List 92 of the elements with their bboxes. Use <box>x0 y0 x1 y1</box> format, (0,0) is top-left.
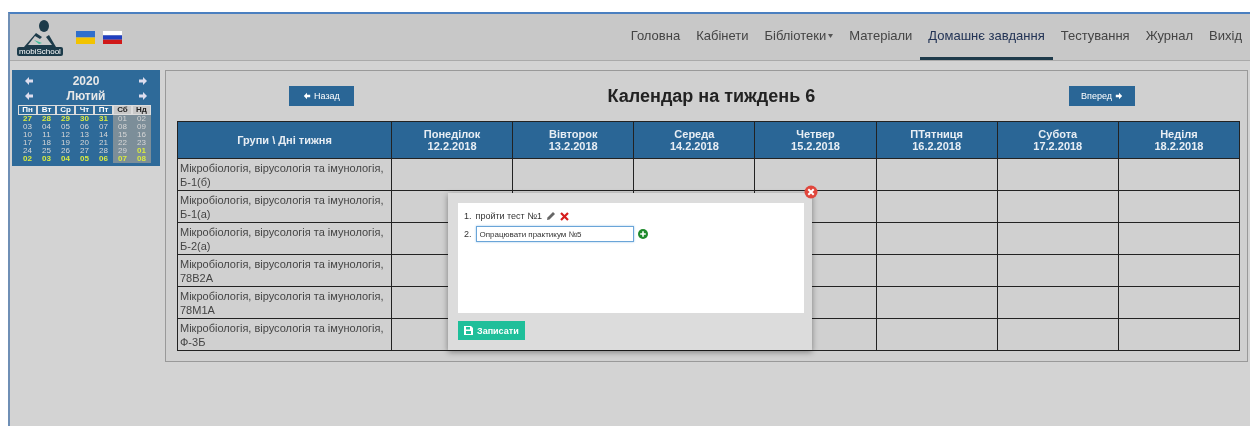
column-header: Середа 14.2.2018 <box>633 121 755 159</box>
table-cell: Мікробіологія, вірусологія та імунологія, Б-1(а) <box>177 190 392 223</box>
calendar-day[interactable]: 03 <box>37 155 56 163</box>
calendar-day[interactable]: 17 <box>18 139 37 147</box>
caret-icon[interactable] <box>828 33 834 38</box>
calendar-day[interactable]: 03 <box>18 123 37 131</box>
calendar-day[interactable]: 14 <box>94 131 113 139</box>
calendar-day[interactable]: 30 <box>75 115 94 123</box>
column-header: Понеділок 12.2.2018 <box>391 121 513 159</box>
calendar-day[interactable]: 27 <box>75 147 94 155</box>
page-title: Календар на тиждень 6 <box>606 85 817 107</box>
calendar-day[interactable]: 02 <box>132 115 151 123</box>
calendar-day[interactable]: 31 <box>94 115 113 123</box>
calendar-day[interactable]: 06 <box>75 123 94 131</box>
nav-link[interactable]: Вихід <box>1201 14 1250 60</box>
forward-button[interactable]: Вперед <box>1069 86 1135 106</box>
nav-link[interactable]: Матеріали <box>841 14 921 60</box>
nav-link[interactable]: Бібліотеки <box>756 14 842 60</box>
nav-link[interactable]: Головна <box>622 14 689 60</box>
nav-link[interactable]: Кабінети <box>688 14 757 60</box>
nav-link[interactable]: Домашнє завдання <box>920 14 1053 60</box>
homework-text: пройти тест №1 <box>475 211 542 221</box>
weekday-heading: Пт <box>94 105 113 115</box>
calendar-day[interactable]: 10 <box>18 131 37 139</box>
calendar-day[interactable]: 26 <box>56 147 75 155</box>
delete-icon[interactable] <box>559 211 569 221</box>
table-cell: Мікробіологія, вірусологія та імунологія, 78М1А <box>177 286 392 319</box>
calendar-day[interactable]: 09 <box>132 123 151 131</box>
calendar-day[interactable]: 21 <box>94 139 113 147</box>
calendar-day[interactable]: 28 <box>94 147 113 155</box>
year-label[interactable]: 2020 <box>72 73 100 88</box>
calendar-day[interactable]: 05 <box>56 123 75 131</box>
save-button[interactable]: Записати <box>458 321 525 340</box>
back-button[interactable]: Назад <box>289 86 354 106</box>
table-cell: Мікробіологія, вірусологія та імунологія, Ф-3Б <box>177 318 392 351</box>
calendar-day[interactable]: 02 <box>18 155 37 163</box>
calendar-day[interactable]: 07 <box>113 155 132 163</box>
calendar-day[interactable]: 18 <box>37 139 56 147</box>
add-icon[interactable] <box>637 229 648 239</box>
left-arrow-icon[interactable] <box>303 92 311 100</box>
calendar-day[interactable]: 19 <box>56 139 75 147</box>
close-icon[interactable] <box>804 185 818 199</box>
calendar-day[interactable]: 11 <box>37 131 56 139</box>
calendar-day[interactable]: 25 <box>37 147 56 155</box>
calendar-day[interactable]: 01 <box>113 115 132 123</box>
flag-icon[interactable] <box>103 30 122 44</box>
homework-input[interactable]: Опрацювати практикум №5 <box>475 226 634 242</box>
item-number: 1. <box>464 211 472 221</box>
calendar-day[interactable]: 23 <box>132 139 151 147</box>
left-arrow-icon[interactable] <box>24 90 34 101</box>
calendar-day[interactable]: 12 <box>56 131 75 139</box>
weekday-heading: Чт <box>75 105 94 115</box>
logo-text: mobiSchool <box>17 46 63 56</box>
table-cell: Мікробіологія, вірусологія та імунологія, Б-1(б) <box>177 158 392 191</box>
calendar-day[interactable]: 27 <box>18 115 37 123</box>
month-label[interactable]: Лютий <box>66 88 106 103</box>
calendar-day[interactable]: 04 <box>37 123 56 131</box>
nav-link[interactable]: Журнал <box>1137 14 1202 60</box>
calendar-day[interactable]: 29 <box>113 147 132 155</box>
column-header: Групи \ Дні тижня <box>177 121 392 159</box>
calendar-day[interactable]: 08 <box>113 123 132 131</box>
column-header: ПТятниця 16.2.2018 <box>876 121 998 159</box>
calendar-day[interactable]: 22 <box>113 139 132 147</box>
column-header: Четвер 15.2.2018 <box>754 121 877 159</box>
calendar-day[interactable]: 08 <box>132 155 151 163</box>
item-number: 2. <box>464 229 472 239</box>
pencil-icon[interactable] <box>545 211 556 221</box>
calendar-day[interactable]: 06 <box>94 155 113 163</box>
calendar-day[interactable]: 29 <box>56 115 75 123</box>
table-cell: Мікробіологія, вірусологія та імунологія, 78В2А <box>177 254 392 287</box>
right-arrow-icon[interactable] <box>138 90 148 101</box>
calendar-day[interactable]: 28 <box>37 115 56 123</box>
calendar-day[interactable]: 07 <box>94 123 113 131</box>
right-arrow-icon[interactable] <box>138 75 148 86</box>
calendar-day[interactable]: 01 <box>132 147 151 155</box>
calendar-day[interactable]: 04 <box>56 155 75 163</box>
left-arrow-icon[interactable] <box>24 75 34 86</box>
calendar-day[interactable]: 13 <box>75 131 94 139</box>
calendar-day[interactable]: 05 <box>75 155 94 163</box>
calendar-day[interactable]: 20 <box>75 139 94 147</box>
weekday-heading: Пн <box>18 105 37 115</box>
right-arrow-icon[interactable] <box>1115 92 1123 100</box>
table-cell: Мікробіологія, вірусологія та імунологія, Б-2(а) <box>177 222 392 255</box>
calendar-day[interactable]: 24 <box>18 147 37 155</box>
weekday-heading: Ср <box>56 105 75 115</box>
column-header: Субота 17.2.2018 <box>997 121 1119 159</box>
column-header: Неділя 18.2.2018 <box>1118 121 1240 159</box>
weekday-heading: Вт <box>37 105 56 115</box>
calendar-day[interactable]: 16 <box>132 131 151 139</box>
calendar-day[interactable]: 15 <box>113 131 132 139</box>
nav-link[interactable]: Тестування <box>1052 14 1138 60</box>
column-header: Вівторок 13.2.2018 <box>512 121 634 159</box>
